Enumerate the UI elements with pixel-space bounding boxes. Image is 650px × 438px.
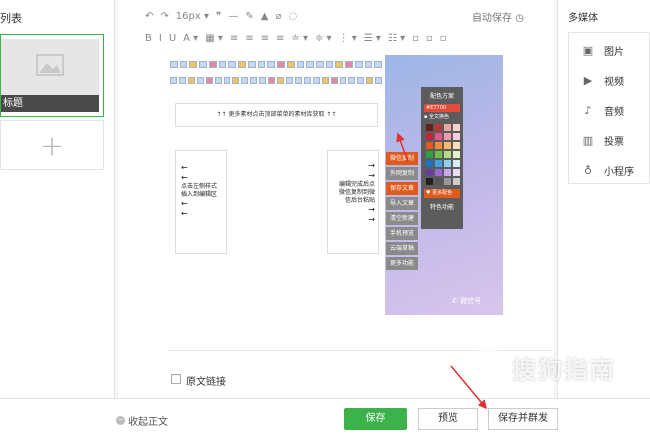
annotation-arrow — [450, 365, 487, 410]
annotation-arrows — [396, 132, 487, 410]
annotation-arrow — [396, 132, 409, 163]
editor-page: 列表 标题 + ↶ ↷ 16px ▾ ❞ — ✎ ▲ ⌀ ◌ BIUA ▾ ▦ ▾ ≡ ≡ ≡ ≡ ≐ ▾ ≑… — [0, 0, 650, 438]
